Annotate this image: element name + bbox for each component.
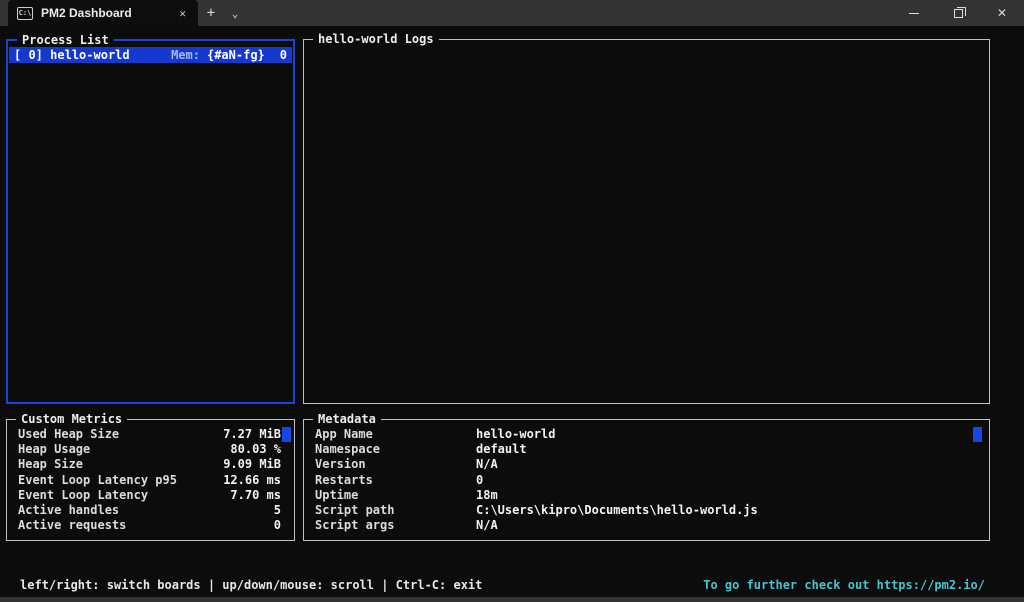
metric-label: Heap Size — [18, 457, 83, 472]
pm2-io-link[interactable]: To go further check out https://pm2.io/ — [703, 577, 985, 593]
logs-title: hello-world Logs — [313, 31, 439, 47]
process-mem-value: {#aN-fg} — [207, 48, 265, 62]
status-bar: left/right: switch boards | up/down/mous… — [20, 577, 985, 593]
metadata-value: N/A — [476, 457, 498, 472]
terminal-screen: Process List [ 0] hello-world Mem: {#aN-… — [0, 26, 1024, 602]
metadata-row: Version N/A — [315, 457, 981, 472]
process-index: [ 0] — [14, 48, 43, 62]
minimize-icon — [909, 13, 919, 14]
metric-row: Used Heap Size 7.27 MiB — [18, 427, 281, 442]
process-list-box: Process List [ 0] hello-world Mem: {#aN-… — [6, 39, 295, 404]
restore-icon — [954, 9, 963, 18]
metadata-rows: App Name hello-world Namespace default V… — [315, 427, 981, 533]
metric-label: Heap Usage — [18, 442, 90, 457]
command-prompt-icon: C:\ — [17, 7, 33, 20]
custom-metrics-box: Custom Metrics Used Heap Size 7.27 MiB H… — [6, 419, 295, 541]
titlebar: C:\ PM2 Dashboard ✕ + ⌄ ✕ — [0, 0, 1024, 26]
tab-dropdown-button[interactable]: ⌄ — [224, 0, 246, 26]
metadata-row: Script path C:\Users\kipro\Documents\hel… — [315, 503, 981, 518]
metric-label: Event Loop Latency — [18, 488, 148, 503]
metadata-value: hello-world — [476, 427, 555, 442]
metadata-row: Namespace default — [315, 442, 981, 457]
window-bottom-edge — [0, 597, 1024, 602]
metadata-value: default — [476, 442, 527, 457]
metric-value: 12.66 ms — [223, 473, 281, 488]
custom-metrics-title: Custom Metrics — [16, 411, 127, 427]
process-list-title: Process List — [17, 32, 114, 48]
metadata-value: 0 — [476, 473, 483, 488]
metadata-row: Uptime 18m — [315, 488, 981, 503]
metrics-rows: Used Heap Size 7.27 MiB Heap Usage 80.03… — [18, 427, 281, 533]
metric-value: 9.09 MiB — [223, 457, 281, 472]
metadata-label: App Name — [315, 427, 476, 442]
metrics-scrollbar-thumb[interactable] — [282, 427, 291, 442]
terminal-tab[interactable]: C:\ PM2 Dashboard ✕ — [8, 0, 198, 26]
metadata-row: Script args N/A — [315, 518, 981, 533]
metadata-box: Metadata App Name hello-world Namespace … — [303, 419, 990, 541]
close-button[interactable]: ✕ — [980, 0, 1024, 26]
metadata-label: Script args — [315, 518, 476, 533]
metadata-row: App Name hello-world — [315, 427, 981, 442]
metadata-row: Restarts 0 — [315, 473, 981, 488]
metric-row: Heap Size 9.09 MiB — [18, 457, 281, 472]
process-row-selected[interactable]: [ 0] hello-world Mem: {#aN-fg} 0 — [9, 47, 292, 63]
metadata-label: Namespace — [315, 442, 476, 457]
tab-close-icon[interactable]: ✕ — [176, 5, 189, 22]
metric-row: Event Loop Latency 7.70 ms — [18, 488, 281, 503]
keyboard-hints: left/right: switch boards | up/down/mous… — [20, 577, 482, 593]
metric-value: 80.03 % — [230, 442, 281, 457]
metric-row: Heap Usage 80.03 % — [18, 442, 281, 457]
logs-box: hello-world Logs — [303, 39, 990, 404]
metric-value: 7.70 ms — [230, 488, 281, 503]
metadata-label: Restarts — [315, 473, 476, 488]
new-tab-button[interactable]: + — [198, 0, 224, 26]
process-cpu-value: 0 — [280, 48, 287, 62]
metric-label: Used Heap Size — [18, 427, 119, 442]
tab-title: PM2 Dashboard — [41, 6, 168, 20]
minimize-button[interactable] — [892, 0, 936, 26]
metric-label: Active requests — [18, 518, 126, 533]
metadata-value: N/A — [476, 518, 498, 533]
metadata-value: C:\Users\kipro\Documents\hello-world.js — [476, 503, 758, 518]
metric-row: Active requests 0 — [18, 518, 281, 533]
metric-row: Event Loop Latency p95 12.66 ms — [18, 473, 281, 488]
metadata-title: Metadata — [313, 411, 381, 427]
metadata-label: Script path — [315, 503, 476, 518]
metric-row: Active handles 5 — [18, 503, 281, 518]
metadata-label: Uptime — [315, 488, 476, 503]
metric-value: 7.27 MiB — [223, 427, 281, 442]
metric-label: Event Loop Latency p95 — [18, 473, 177, 488]
restore-button[interactable] — [936, 0, 980, 26]
process-name: hello-world — [43, 48, 171, 62]
metadata-value: 18m — [476, 488, 498, 503]
metric-value: 5 — [274, 503, 281, 518]
metadata-label: Version — [315, 457, 476, 472]
process-mem-label: Mem: — [171, 48, 200, 62]
metric-label: Active handles — [18, 503, 119, 518]
metric-value: 0 — [274, 518, 281, 533]
window-controls: ✕ — [892, 0, 1024, 26]
